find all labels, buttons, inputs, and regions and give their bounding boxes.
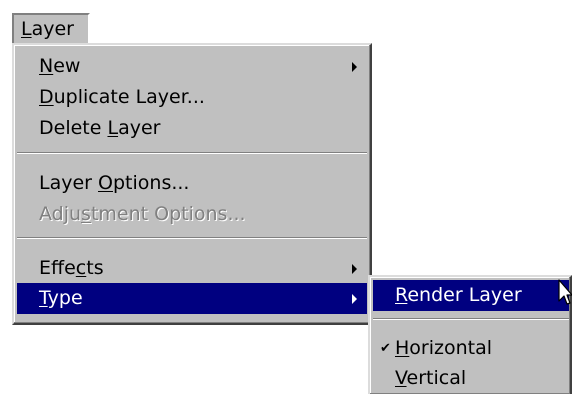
horizontal-label: orizontal xyxy=(409,337,493,359)
type-submenu: Render Layer ✔ Horizontal Vertical xyxy=(368,275,572,394)
menu-separator xyxy=(17,152,367,154)
checkmark-icon: ✔ xyxy=(380,341,391,356)
vertical-label: ertical xyxy=(406,367,467,389)
layer-options-rest: ptions... xyxy=(112,172,190,194)
menu-separator xyxy=(17,237,367,239)
delete-label-rest: ayer xyxy=(118,117,161,139)
effects-rest: ts xyxy=(86,257,104,279)
submenu-arrow-icon xyxy=(352,294,357,304)
type-accel: T xyxy=(39,287,48,309)
render-layer-label: ender Layer xyxy=(407,284,522,306)
horizontal-accel: H xyxy=(395,337,410,359)
effects-accel: c xyxy=(75,257,87,279)
mouse-pointer-icon xyxy=(558,279,572,305)
adjustment-options-accel: s xyxy=(81,203,91,225)
adjustment-options-before: Adju xyxy=(39,203,82,225)
new-accel: N xyxy=(39,55,54,77)
layer-menu: New Duplicate Layer... Delete Layer Laye… xyxy=(12,43,372,325)
submenu-arrow-icon xyxy=(352,62,357,72)
menu-item-new[interactable]: New xyxy=(17,51,367,82)
layer-menu-title[interactable]: Layer xyxy=(12,13,90,43)
vertical-accel: V xyxy=(395,367,407,389)
layer-options-before: Layer xyxy=(39,172,99,194)
submenu-item-render-layer[interactable]: Render Layer xyxy=(373,280,569,311)
menu-item-duplicate-layer[interactable]: Duplicate Layer... xyxy=(17,82,367,113)
layer-options-accel: O xyxy=(98,172,113,194)
menu-item-type[interactable]: Type xyxy=(17,283,367,314)
new-label: ew xyxy=(53,55,81,77)
menu-item-delete-layer[interactable]: Delete Layer xyxy=(17,113,367,144)
menu-item-layer-options[interactable]: Layer Options... xyxy=(17,168,367,199)
layer-title-accel: L xyxy=(21,18,32,40)
effects-before: Effe xyxy=(39,257,76,279)
menu-item-adjustment-options: Adjustment Options... xyxy=(17,199,367,230)
delete-label-before: Delete xyxy=(39,117,108,139)
submenu-item-horizontal[interactable]: ✔ Horizontal xyxy=(373,333,569,364)
delete-accel: L xyxy=(107,117,119,139)
submenu-arrow-icon xyxy=(352,264,357,274)
menu-item-effects[interactable]: Effects xyxy=(17,253,367,284)
submenu-separator xyxy=(373,318,569,320)
duplicate-accel: D xyxy=(39,86,54,108)
type-label: ype xyxy=(47,287,83,309)
render-layer-accel: R xyxy=(395,284,408,306)
submenu-item-vertical[interactable]: Vertical xyxy=(373,363,569,394)
adjustment-options-rest: tment Options... xyxy=(90,203,246,225)
layer-title-rest: ayer xyxy=(31,18,74,40)
duplicate-label: uplicate Layer... xyxy=(53,86,205,108)
